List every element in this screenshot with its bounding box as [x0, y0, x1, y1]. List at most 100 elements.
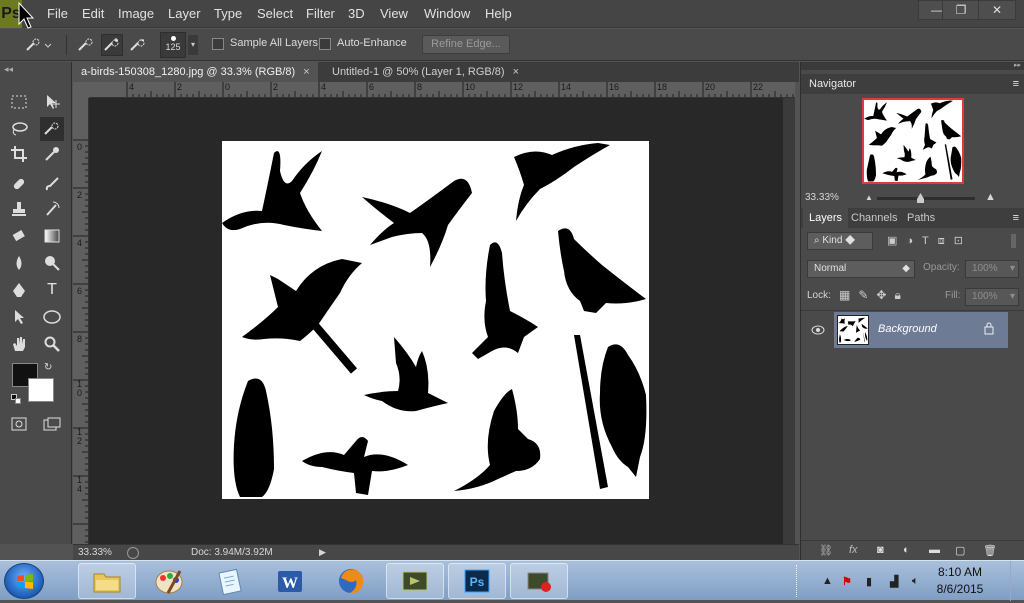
type-tool-icon[interactable]: T	[40, 278, 64, 302]
taskbar-recorder[interactable]	[510, 563, 568, 599]
action-center-icon[interactable]: ⚑	[842, 575, 852, 588]
tab-untitled-1[interactable]: Untitled-1 @ 50% (Layer 1, RGB/8) ×	[324, 62, 527, 82]
collapse-arrows-icon[interactable]: ◂◂	[4, 64, 13, 75]
tab-layers[interactable]: Layers	[803, 208, 849, 228]
tab-channels[interactable]: Channels	[845, 208, 903, 228]
layer-row-background[interactable]: Background	[834, 312, 1008, 348]
brush-picker[interactable]: 125	[160, 32, 186, 58]
panel-menu-icon[interactable]: ≡	[1013, 208, 1019, 228]
brush-dropdown-arrow[interactable]: ▾	[188, 35, 198, 55]
add-to-selection-icon[interactable]	[101, 34, 123, 56]
document-canvas[interactable]	[222, 141, 649, 499]
path-selection-tool-icon[interactable]	[7, 305, 31, 329]
pen-tool-icon[interactable]	[7, 278, 31, 302]
delete-layer-icon[interactable]: 🗑︎	[983, 544, 997, 557]
horizontal-ruler[interactable]: 4 2 0 2 4 6 8 10 12 14 16 18 20 22	[89, 82, 795, 98]
add-mask-icon[interactable]: ◙	[877, 544, 884, 556]
navigator-zoom[interactable]: 33.33%	[805, 192, 839, 203]
lasso-tool-icon[interactable]	[7, 117, 31, 141]
layer-filter-kind[interactable]: ⌕ Kind ◆	[807, 232, 873, 250]
show-desktop-button[interactable]	[1010, 561, 1024, 601]
tab-birds-document[interactable]: a-birds-150308_1280.jpg @ 33.3% (RGB/8) ×	[73, 62, 318, 82]
opacity-input[interactable]: 100% ▾	[965, 260, 1019, 278]
menu-layer[interactable]: Layer	[168, 0, 201, 28]
refine-edge-button[interactable]: Refine Edge...	[422, 35, 510, 54]
panel-collapse-icon[interactable]: ▸▸	[801, 62, 1024, 70]
taskbar-notepad[interactable]	[200, 563, 258, 599]
brush-tool-icon[interactable]	[40, 172, 64, 196]
restore-button[interactable]: ❐	[942, 0, 980, 20]
hand-tool-icon[interactable]	[7, 332, 31, 356]
layer-filter-icons[interactable]: ▣◑T⧈⊡	[887, 234, 972, 248]
screen-mode-icon[interactable]	[40, 412, 64, 436]
gradient-tool-icon[interactable]	[40, 224, 64, 248]
navigator-title[interactable]: Navigator	[801, 78, 856, 90]
eraser-tool-icon[interactable]	[7, 224, 31, 248]
auto-enhance-checkbox[interactable]	[319, 38, 331, 50]
clone-stamp-tool-icon[interactable]	[7, 197, 31, 221]
zoom-tool-icon[interactable]	[40, 332, 64, 356]
tab-paths[interactable]: Paths	[901, 208, 941, 228]
history-brush-tool-icon[interactable]	[40, 197, 64, 221]
zoom-level[interactable]: 33.33%	[78, 547, 112, 558]
ruler-origin[interactable]	[73, 82, 89, 98]
vertical-scrollbar[interactable]	[783, 98, 795, 544]
sample-all-layers-checkbox[interactable]	[212, 38, 224, 50]
canvas-area[interactable]	[89, 98, 783, 544]
zoom-slider-thumb[interactable]	[917, 193, 924, 203]
eye-icon[interactable]	[811, 324, 825, 338]
swap-colors-icon[interactable]: ↻	[44, 362, 52, 373]
filter-toggle[interactable]	[1011, 234, 1016, 248]
power-icon[interactable]: ▮	[866, 575, 872, 588]
tool-preset-picker[interactable]	[22, 34, 56, 56]
lock-options-icons[interactable]: ▦✎✥🔒︎	[839, 288, 909, 303]
taskbar-paint[interactable]	[140, 563, 198, 599]
adjustment-layer-icon[interactable]: ◐	[903, 544, 910, 556]
crop-tool-icon[interactable]	[7, 142, 31, 166]
default-colors-icon[interactable]	[11, 394, 21, 404]
start-button[interactable]	[4, 563, 44, 599]
menu-select[interactable]: Select	[257, 0, 293, 28]
taskbar-explorer[interactable]	[78, 563, 136, 599]
move-tool-icon[interactable]	[40, 90, 64, 114]
menu-image[interactable]: Image	[118, 0, 154, 28]
zoom-slider[interactable]	[877, 193, 975, 203]
quick-selection-tool-icon[interactable]	[40, 117, 64, 141]
menu-window[interactable]: Window	[424, 0, 470, 28]
eyedropper-tool-icon[interactable]	[40, 142, 64, 166]
ellipse-tool-icon[interactable]	[40, 305, 64, 329]
new-selection-icon[interactable]	[75, 34, 97, 56]
menu-edit[interactable]: Edit	[82, 0, 104, 28]
marquee-tool-icon[interactable]	[7, 90, 31, 114]
blur-tool-icon[interactable]	[7, 251, 31, 275]
menu-help[interactable]: Help	[485, 0, 512, 28]
panel-menu-icon[interactable]: ≡	[1013, 74, 1019, 94]
menu-view[interactable]: View	[380, 0, 408, 28]
vertical-ruler[interactable]: 0 2 4 6 8 1 0 1 2 1 4	[73, 98, 89, 544]
new-layer-icon[interactable]: ▢	[955, 544, 965, 557]
layer-name[interactable]: Background	[878, 323, 937, 335]
taskbar-word[interactable]: W	[261, 563, 319, 599]
quick-mask-icon[interactable]	[7, 412, 31, 436]
zoom-out-icon[interactable]: ▲	[865, 193, 873, 202]
subtract-from-selection-icon[interactable]	[127, 34, 149, 56]
network-icon[interactable]: ▟	[890, 575, 898, 588]
menu-filter[interactable]: Filter	[306, 0, 335, 28]
background-color-swatch[interactable]	[28, 378, 54, 402]
taskbar-firefox[interactable]	[322, 563, 380, 599]
close-button[interactable]: ✕	[978, 0, 1016, 20]
status-menu-arrow-icon[interactable]: ▶	[319, 547, 326, 558]
fill-input[interactable]: 100% ▾	[965, 288, 1019, 306]
tray-expand-icon[interactable]: ▲	[822, 575, 833, 587]
tab-close-icon[interactable]: ×	[513, 66, 519, 78]
dodge-tool-icon[interactable]	[40, 251, 64, 275]
menu-file[interactable]: File	[47, 0, 68, 28]
menu-3d[interactable]: 3D	[348, 0, 365, 28]
status-info-icon[interactable]	[127, 547, 139, 559]
taskbar-clock[interactable]: 8:10 AM 8/6/2015	[930, 564, 990, 598]
healing-brush-tool-icon[interactable]	[7, 172, 31, 196]
layer-style-icon[interactable]: fx	[849, 544, 858, 556]
menu-type[interactable]: Type	[214, 0, 242, 28]
new-group-icon[interactable]: ▬	[929, 544, 940, 556]
zoom-in-icon[interactable]: ▲	[985, 191, 996, 203]
